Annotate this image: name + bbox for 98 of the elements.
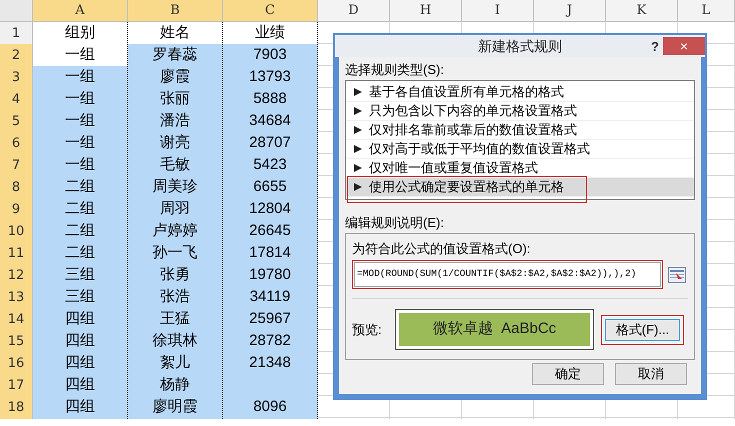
formula-label: 为符合此公式的值设置格式(O): [352, 240, 532, 257]
triangle-icon [354, 126, 362, 134]
table-cell: 一组 [33, 132, 128, 154]
table-cell: 周美珍 [128, 176, 223, 198]
table-cell: 张丽 [128, 88, 223, 110]
format-button[interactable]: 格式(F)... [605, 318, 680, 340]
table-cell: 毛敏 [128, 154, 223, 176]
dialog-button[interactable]: 取消 [615, 363, 687, 385]
edit-rule-label: 编辑规则说明(E): [345, 214, 445, 232]
row-header[interactable]: 3 [0, 66, 33, 88]
row-header[interactable]: 2 [0, 44, 33, 66]
row-header[interactable]: 5 [0, 110, 33, 132]
row-header[interactable]: 13 [0, 286, 33, 308]
triangle-icon [354, 183, 362, 191]
table-cell: 杨静 [128, 374, 223, 396]
triangle-icon [354, 107, 362, 115]
table-cell: 一组 [33, 110, 128, 132]
table-cell: 一组 [33, 154, 128, 176]
table-cell: 6655 [223, 176, 318, 198]
close-button[interactable]: × [663, 37, 705, 55]
triangle-icon [354, 164, 362, 172]
range-select-icon[interactable] [668, 266, 686, 282]
column-header[interactable]: C [223, 0, 318, 21]
rule-type-item[interactable]: 仅对排名靠前或靠后的数值设置格式 [346, 121, 694, 140]
table-cell: 王猛 [128, 308, 223, 330]
row-header[interactable]: 1 [0, 22, 33, 44]
table-cell: 四组 [33, 330, 128, 352]
format-preview: 微软卓越 AaBbCc [399, 313, 590, 346]
row-header[interactable]: 10 [0, 220, 33, 242]
table-cell: 一组 [33, 44, 128, 66]
table-cell: 17814 [223, 242, 318, 264]
table-cell: 三组 [33, 264, 128, 286]
row-header[interactable]: 16 [0, 352, 33, 374]
table-cell: 四组 [33, 308, 128, 330]
row-header[interactable]: 12 [0, 264, 33, 286]
table-cell: 34684 [223, 110, 318, 132]
table-cell: 21348 [223, 352, 318, 374]
table-cell: 孙一飞 [128, 242, 223, 264]
table-cell: 周羽 [128, 198, 223, 220]
table-cell: 26645 [223, 220, 318, 242]
table-cell: 34119 [223, 286, 318, 308]
column-header[interactable]: B [128, 0, 223, 21]
table-cell: 一组 [33, 88, 128, 110]
table-cell: 廖明霞 [128, 396, 223, 418]
table-cell: 19780 [223, 264, 318, 286]
rule-type-item[interactable]: 基于各自值设置所有单元格的格式 [346, 83, 694, 102]
table-cell: 13793 [223, 66, 318, 88]
table-cell: 7903 [223, 44, 318, 66]
row-header[interactable]: 7 [0, 154, 33, 176]
row-header[interactable]: 14 [0, 308, 33, 330]
triangle-icon [354, 88, 362, 96]
rule-type-item[interactable]: 只为包含以下内容的单元格设置格式 [346, 102, 694, 121]
table-cell: 张勇 [128, 264, 223, 286]
table-cell: 二组 [33, 198, 128, 220]
row-header[interactable]: 6 [0, 132, 33, 154]
table-cell: 张浩 [128, 286, 223, 308]
window-title: 新建格式规则 [478, 36, 562, 56]
help-button[interactable]: ? [651, 37, 659, 56]
table-cell: 12804 [223, 198, 318, 220]
rule-type-item[interactable]: 仅对高于或低于平均值的数值设置格式 [346, 140, 694, 159]
triangle-icon [354, 145, 362, 153]
table-cell: 四组 [33, 352, 128, 374]
table-cell: 廖霞 [128, 66, 223, 88]
table-cell: 5423 [223, 154, 318, 176]
row-header[interactable]: 4 [0, 88, 33, 110]
row-header[interactable]: 8 [0, 176, 33, 198]
table-cell: 28782 [223, 330, 318, 352]
preview-label: 预览: [352, 320, 383, 339]
dialog-button[interactable]: 确定 [532, 363, 604, 385]
table-cell: 一组 [33, 66, 128, 88]
table-cell: 25967 [223, 308, 318, 330]
table-cell: 业绩 [223, 22, 318, 44]
table-cell: 卢婷婷 [128, 220, 223, 242]
table-cell: 潘浩 [128, 110, 223, 132]
table-cell: 组别 [33, 22, 128, 44]
table-cell: 28707 [223, 132, 318, 154]
table-cell: 5888 [223, 88, 318, 110]
table-cell: 罗春蕊 [128, 44, 223, 66]
table-cell: 四组 [33, 396, 128, 418]
table-cell: 谢亮 [128, 132, 223, 154]
table-cell: 徐琪林 [128, 330, 223, 352]
row-header[interactable]: 17 [0, 374, 33, 396]
table-cell: 二组 [33, 220, 128, 242]
row-header[interactable]: 11 [0, 242, 33, 264]
table-cell: 三组 [33, 286, 128, 308]
rule-type-label: 选择规则类型(S): [345, 61, 445, 79]
column-header[interactable]: A [33, 0, 128, 21]
table-cell: 姓名 [128, 22, 223, 44]
formula-field[interactable]: =MOD(ROUND(SUM(1/COUNTIF($A$2:$A2,$A$2:$A2)),),2) [352, 260, 663, 289]
row-header[interactable]: 15 [0, 330, 33, 352]
row-header[interactable]: 9 [0, 198, 33, 220]
rule-type-item[interactable]: 使用公式确定要设置格式的单元格 [346, 178, 694, 197]
table-cell: 四组 [33, 374, 128, 396]
table-cell: 8096 [223, 396, 318, 418]
table-cell: 二组 [33, 242, 128, 264]
table-cell: 二组 [33, 176, 128, 198]
row-header[interactable]: 18 [0, 396, 33, 418]
table-cell: 絮儿 [128, 352, 223, 374]
